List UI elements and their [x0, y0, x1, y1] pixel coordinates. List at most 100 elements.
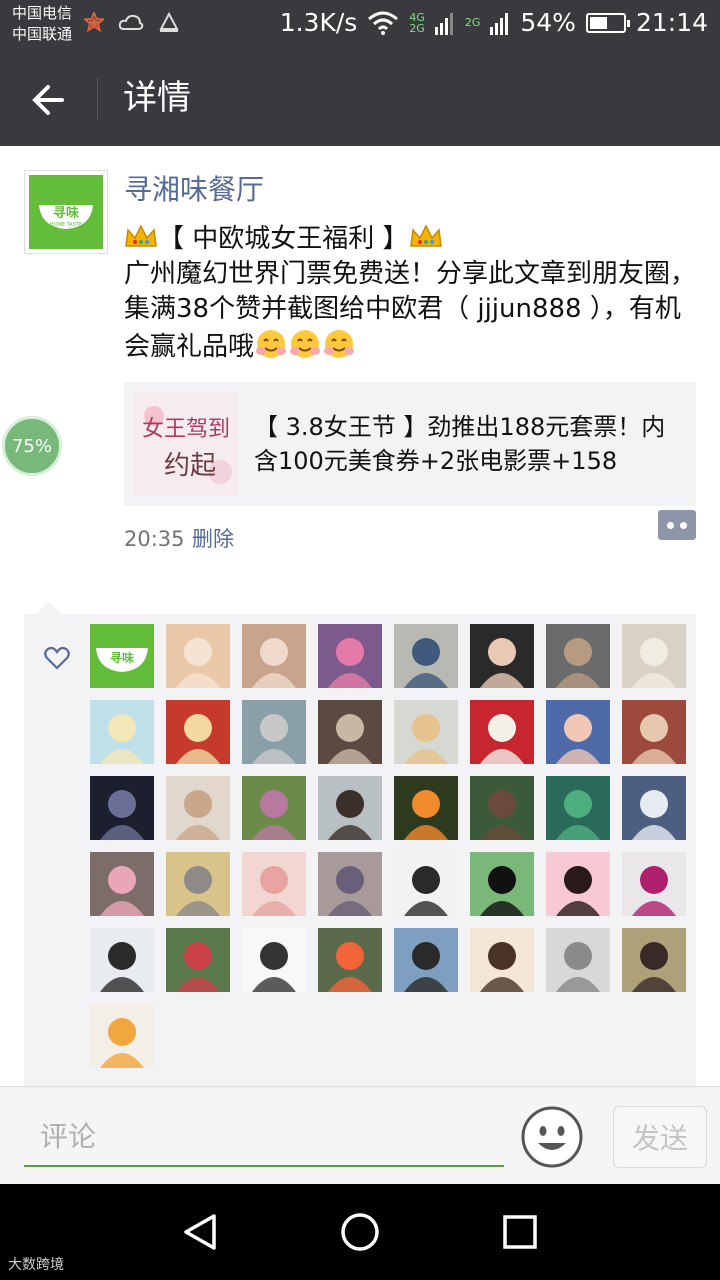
liker-avatar[interactable]: [470, 928, 534, 992]
liker-avatar[interactable]: [166, 624, 230, 688]
nav-back-button[interactable]: [176, 1208, 224, 1256]
liker-avatar[interactable]: [318, 776, 382, 840]
restaurant-logo: 寻味 HOME TASTE: [29, 175, 103, 249]
battery-fill: [589, 16, 607, 29]
liker-avatar[interactable]: [166, 776, 230, 840]
author-name[interactable]: 寻湘味餐厅: [124, 170, 264, 210]
likes-pointer: [36, 602, 62, 614]
network-4g-label: 4G: [409, 10, 425, 24]
author-avatar[interactable]: 寻味 HOME TASTE: [24, 170, 108, 254]
liker-avatar[interactable]: [546, 776, 610, 840]
floating-progress-badge[interactable]: 75%: [2, 416, 62, 476]
article-title: 【 3.8女王节 】劲推出188元套票！内含100元美食券+2张电影票+158: [254, 413, 666, 475]
liker-avatar[interactable]: [242, 776, 306, 840]
watermark-text: 大数跨境: [8, 1257, 64, 1273]
shared-article-card[interactable]: 女王驾到 约起 【 3.8女王节 】劲推出188元套票！内含100元美食券+2张…: [124, 382, 696, 506]
more-actions-button[interactable]: [658, 510, 696, 540]
liker-avatar[interactable]: [90, 700, 154, 764]
liker-avatar[interactable]: [242, 928, 306, 992]
battery-tip: [626, 19, 630, 27]
liker-avatar[interactable]: [166, 700, 230, 764]
liker-avatar[interactable]: [394, 776, 458, 840]
notification-icons: [84, 12, 180, 34]
blush-emoji-icon: [324, 330, 355, 358]
star-icon: [84, 12, 104, 32]
send-button[interactable]: 发送: [613, 1106, 707, 1168]
liker-avatar[interactable]: [546, 928, 610, 992]
likes-panel: 寻味: [24, 614, 696, 1086]
network-2g-label: 2G: [409, 21, 425, 35]
liker-avatar[interactable]: [394, 852, 458, 916]
liker-avatar[interactable]: [394, 928, 458, 992]
liker-avatar[interactable]: [166, 928, 230, 992]
post-headline: 【 中欧城女王福利 】: [158, 224, 409, 254]
liker-avatar[interactable]: [242, 700, 306, 764]
triangle-back-icon: [184, 1214, 216, 1250]
title-divider: [97, 78, 98, 120]
network-2g-label-2: 2G: [464, 16, 481, 29]
back-button[interactable]: [22, 74, 74, 126]
liker-avatar[interactable]: [242, 624, 306, 688]
liker-avatar[interactable]: [622, 700, 686, 764]
liker-avatar[interactable]: 寻味: [90, 624, 154, 688]
liker-avatar[interactable]: [394, 700, 458, 764]
comment-bar: 发送: [0, 1086, 720, 1185]
liker-avatar[interactable]: [470, 852, 534, 916]
liker-avatar[interactable]: [622, 852, 686, 916]
bowl-logo-icon: 寻味 HOME TASTE: [39, 205, 93, 229]
liker-avatar[interactable]: [318, 928, 382, 992]
svg-text:寻味: 寻味: [110, 650, 134, 665]
network-speed: 1.3K/s: [279, 8, 358, 37]
more-dot: [680, 521, 687, 529]
liker-avatar[interactable]: [546, 852, 610, 916]
liker-avatar[interactable]: [90, 852, 154, 916]
more-dot: [667, 521, 674, 529]
blush-emoji-icon: [290, 330, 321, 358]
thumb-line1: 女王驾到: [142, 417, 230, 442]
comment-input[interactable]: [24, 1107, 504, 1167]
liker-avatar[interactable]: [90, 928, 154, 992]
liker-avatar[interactable]: [318, 852, 382, 916]
article-thumbnail-art: 女王驾到 约起: [134, 392, 238, 496]
heart-icon: [44, 646, 70, 670]
liker-avatar[interactable]: [622, 624, 686, 688]
carrier-1: 中国电信: [12, 4, 73, 22]
liker-avatar[interactable]: [622, 776, 686, 840]
battery-icon: [585, 12, 630, 33]
logo-subtext: HOME TASTE: [50, 222, 82, 228]
signal-icon-1: [434, 12, 453, 35]
liker-avatar[interactable]: [242, 852, 306, 916]
status-right: 1.3K/s 4G 2G 2G 54% 21:14: [280, 8, 708, 37]
liker-avatar[interactable]: [394, 624, 458, 688]
liker-avatar[interactable]: [470, 700, 534, 764]
liker-avatar[interactable]: [90, 1004, 154, 1068]
liker-avatar[interactable]: [318, 624, 382, 688]
carrier-2: 中国联通: [12, 25, 73, 43]
signal-icon-2: [490, 12, 509, 35]
liker-avatar[interactable]: [622, 928, 686, 992]
liker-avatar[interactable]: [470, 624, 534, 688]
battery-percent: 54%: [520, 8, 576, 37]
title-bar: 详情: [0, 52, 720, 146]
liker-avatar[interactable]: [90, 776, 154, 840]
nav-home-button[interactable]: [336, 1208, 384, 1256]
android-nav-bar: [0, 1184, 720, 1280]
liker-avatar[interactable]: [546, 624, 610, 688]
arrow-left-icon: [32, 85, 64, 115]
logo-text: 寻味: [53, 205, 79, 221]
liker-avatar[interactable]: [166, 852, 230, 916]
smiley-icon: [521, 1106, 583, 1168]
delete-button[interactable]: 删除: [192, 524, 234, 554]
moment-detail: 寻味 HOME TASTE 寻湘味餐厅 【 中欧城女王福利 】 广州魔幻世界门票…: [0, 146, 720, 1086]
network-type-badge: 4G 2G: [409, 12, 425, 34]
emoji-button[interactable]: [520, 1105, 584, 1169]
liker-avatar[interactable]: [546, 700, 610, 764]
wifi-icon: [368, 11, 399, 35]
clock: 21:14: [635, 8, 708, 37]
liker-avatar[interactable]: [470, 776, 534, 840]
liker-avatar[interactable]: [318, 700, 382, 764]
post-time: 20:35: [124, 527, 185, 551]
post-text: 【 中欧城女王福利 】 广州魔幻世界门票免费送！分享此文章到朋友圈，集满38个赞…: [124, 222, 699, 365]
post-body: 广州魔幻世界门票免费送！分享此文章到朋友圈，集满38个赞并截图给中欧君（ jjj…: [124, 259, 697, 362]
nav-recents-button[interactable]: [496, 1208, 544, 1256]
